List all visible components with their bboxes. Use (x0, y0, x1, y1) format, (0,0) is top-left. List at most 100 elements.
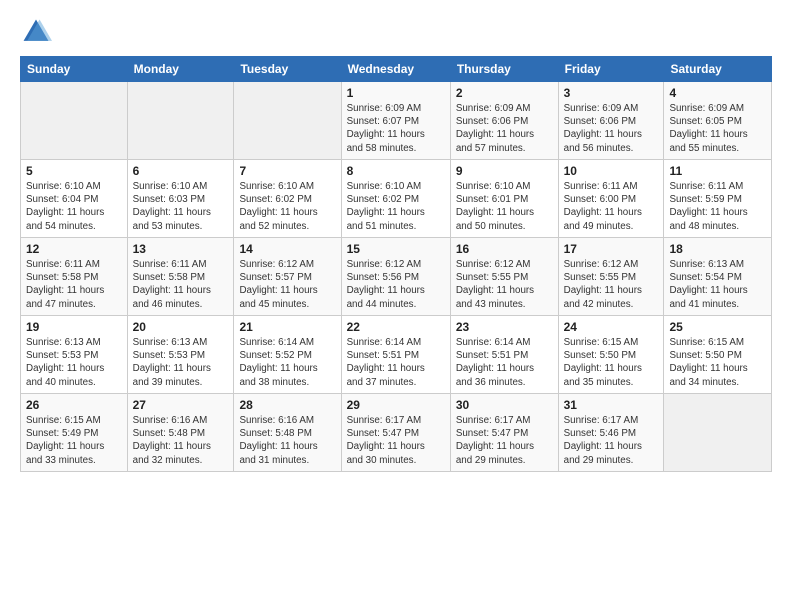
day-number: 28 (239, 398, 335, 412)
calendar-cell: 5Sunrise: 6:10 AM Sunset: 6:04 PM Daylig… (21, 160, 128, 238)
logo (20, 16, 56, 48)
day-number: 29 (347, 398, 445, 412)
day-number: 15 (347, 242, 445, 256)
day-number: 20 (133, 320, 229, 334)
weekday-row: SundayMondayTuesdayWednesdayThursdayFrid… (21, 57, 772, 82)
calendar-cell (21, 82, 128, 160)
day-info: Sunrise: 6:17 AM Sunset: 5:47 PM Dayligh… (347, 414, 445, 467)
day-info: Sunrise: 6:10 AM Sunset: 6:04 PM Dayligh… (26, 180, 122, 233)
calendar-cell: 28 Sunrise: 6:16 AM Sunset: 5:48 PM Dayli… (234, 394, 341, 472)
day-number: 2 (456, 86, 553, 100)
day-number: 10 (564, 164, 659, 178)
day-info: Sunrise: 6:11 AM Sunset: 5:59 PM Dayligh… (669, 180, 766, 233)
calendar-cell: 11 Sunrise: 6:11 AM Sunset: 5:59 PM Dayli… (664, 160, 772, 238)
day-number: 17 (564, 242, 659, 256)
day-number: 3 (564, 86, 659, 100)
day-number: 25 (669, 320, 766, 334)
calendar-cell: 6Sunrise: 6:10 AM Sunset: 6:03 PM Daylig… (127, 160, 234, 238)
day-info: Sunrise: 6:10 AM Sunset: 6:02 PM Dayligh… (347, 180, 445, 233)
day-info: Sunrise: 6:10 AM Sunset: 6:02 PM Dayligh… (239, 180, 335, 233)
calendar-cell: 7Sunrise: 6:10 AM Sunset: 6:02 PM Daylig… (234, 160, 341, 238)
day-info: Sunrise: 6:17 AM Sunset: 5:46 PM Dayligh… (564, 414, 659, 467)
day-number: 27 (133, 398, 229, 412)
day-info: Sunrise: 6:13 AM Sunset: 5:53 PM Dayligh… (26, 336, 122, 389)
day-info: Sunrise: 6:13 AM Sunset: 5:54 PM Dayligh… (669, 258, 766, 311)
day-number: 31 (564, 398, 659, 412)
calendar-cell: 23 Sunrise: 6:14 AM Sunset: 5:51 PM Dayli… (450, 316, 558, 394)
calendar-week-2: 5Sunrise: 6:10 AM Sunset: 6:04 PM Daylig… (21, 160, 772, 238)
calendar-week-1: 1 Sunrise: 6:09 AM Sunset: 6:07 PM Daylig… (21, 82, 772, 160)
day-number: 11 (669, 164, 766, 178)
calendar-cell: 3 Sunrise: 6:09 AM Sunset: 6:06 PM Daylig… (558, 82, 664, 160)
weekday-header-thursday: Thursday (450, 57, 558, 82)
day-number: 6 (133, 164, 229, 178)
weekday-header-wednesday: Wednesday (341, 57, 450, 82)
header (20, 16, 772, 48)
page: SundayMondayTuesdayWednesdayThursdayFrid… (0, 0, 792, 612)
calendar-cell: 4Sunrise: 6:09 AM Sunset: 6:05 PM Daylig… (664, 82, 772, 160)
day-info: Sunrise: 6:12 AM Sunset: 5:56 PM Dayligh… (347, 258, 445, 311)
calendar-cell: 8 Sunrise: 6:10 AM Sunset: 6:02 PM Daylig… (341, 160, 450, 238)
day-info: Sunrise: 6:09 AM Sunset: 6:07 PM Dayligh… (347, 102, 445, 155)
day-info: Sunrise: 6:17 AM Sunset: 5:47 PM Dayligh… (456, 414, 553, 467)
weekday-header-friday: Friday (558, 57, 664, 82)
day-info: Sunrise: 6:11 AM Sunset: 5:58 PM Dayligh… (26, 258, 122, 311)
calendar-header: SundayMondayTuesdayWednesdayThursdayFrid… (21, 57, 772, 82)
calendar-cell: 26 Sunrise: 6:15 AM Sunset: 5:49 PM Dayli… (21, 394, 128, 472)
day-number: 19 (26, 320, 122, 334)
day-number: 23 (456, 320, 553, 334)
day-info: Sunrise: 6:09 AM Sunset: 6:06 PM Dayligh… (564, 102, 659, 155)
day-number: 18 (669, 242, 766, 256)
day-info: Sunrise: 6:15 AM Sunset: 5:50 PM Dayligh… (669, 336, 766, 389)
calendar-cell: 16 Sunrise: 6:12 AM Sunset: 5:55 PM Dayli… (450, 238, 558, 316)
day-number: 16 (456, 242, 553, 256)
day-info: Sunrise: 6:12 AM Sunset: 5:55 PM Dayligh… (456, 258, 553, 311)
calendar-cell: 10 Sunrise: 6:11 AM Sunset: 6:00 PM Dayli… (558, 160, 664, 238)
calendar-cell: 30 Sunrise: 6:17 AM Sunset: 5:47 PM Dayli… (450, 394, 558, 472)
calendar-week-3: 12 Sunrise: 6:11 AM Sunset: 5:58 PM Dayli… (21, 238, 772, 316)
day-number: 12 (26, 242, 122, 256)
day-number: 8 (347, 164, 445, 178)
calendar-cell: 2 Sunrise: 6:09 AM Sunset: 6:06 PM Daylig… (450, 82, 558, 160)
weekday-header-tuesday: Tuesday (234, 57, 341, 82)
day-number: 30 (456, 398, 553, 412)
calendar-cell: 20 Sunrise: 6:13 AM Sunset: 5:53 PM Dayli… (127, 316, 234, 394)
calendar-cell: 14 Sunrise: 6:12 AM Sunset: 5:57 PM Dayli… (234, 238, 341, 316)
calendar-cell: 27 Sunrise: 6:16 AM Sunset: 5:48 PM Dayli… (127, 394, 234, 472)
weekday-header-saturday: Saturday (664, 57, 772, 82)
calendar-cell: 12 Sunrise: 6:11 AM Sunset: 5:58 PM Dayli… (21, 238, 128, 316)
day-info: Sunrise: 6:13 AM Sunset: 5:53 PM Dayligh… (133, 336, 229, 389)
day-info: Sunrise: 6:16 AM Sunset: 5:48 PM Dayligh… (133, 414, 229, 467)
calendar-cell: 21 Sunrise: 6:14 AM Sunset: 5:52 PM Dayli… (234, 316, 341, 394)
calendar-cell: 24Sunrise: 6:15 AM Sunset: 5:50 PM Dayli… (558, 316, 664, 394)
calendar-cell: 9 Sunrise: 6:10 AM Sunset: 6:01 PM Daylig… (450, 160, 558, 238)
day-number: 1 (347, 86, 445, 100)
day-info: Sunrise: 6:11 AM Sunset: 5:58 PM Dayligh… (133, 258, 229, 311)
calendar-cell: 17 Sunrise: 6:12 AM Sunset: 5:55 PM Dayli… (558, 238, 664, 316)
calendar-cell: 18 Sunrise: 6:13 AM Sunset: 5:54 PM Dayli… (664, 238, 772, 316)
weekday-header-sunday: Sunday (21, 57, 128, 82)
calendar-cell: 1 Sunrise: 6:09 AM Sunset: 6:07 PM Daylig… (341, 82, 450, 160)
calendar-cell: 31 Sunrise: 6:17 AM Sunset: 5:46 PM Dayli… (558, 394, 664, 472)
day-number: 9 (456, 164, 553, 178)
day-number: 4 (669, 86, 766, 100)
day-info: Sunrise: 6:14 AM Sunset: 5:52 PM Dayligh… (239, 336, 335, 389)
logo-icon (20, 16, 52, 48)
day-info: Sunrise: 6:09 AM Sunset: 6:06 PM Dayligh… (456, 102, 553, 155)
day-info: Sunrise: 6:16 AM Sunset: 5:48 PM Dayligh… (239, 414, 335, 467)
day-info: Sunrise: 6:12 AM Sunset: 5:57 PM Dayligh… (239, 258, 335, 311)
weekday-header-monday: Monday (127, 57, 234, 82)
day-info: Sunrise: 6:15 AM Sunset: 5:49 PM Dayligh… (26, 414, 122, 467)
day-info: Sunrise: 6:12 AM Sunset: 5:55 PM Dayligh… (564, 258, 659, 311)
calendar-cell: 13 Sunrise: 6:11 AM Sunset: 5:58 PM Dayli… (127, 238, 234, 316)
day-number: 14 (239, 242, 335, 256)
calendar-cell (664, 394, 772, 472)
calendar-table: SundayMondayTuesdayWednesdayThursdayFrid… (20, 56, 772, 472)
day-number: 13 (133, 242, 229, 256)
day-info: Sunrise: 6:10 AM Sunset: 6:01 PM Dayligh… (456, 180, 553, 233)
day-number: 26 (26, 398, 122, 412)
calendar-cell: 29 Sunrise: 6:17 AM Sunset: 5:47 PM Dayli… (341, 394, 450, 472)
day-info: Sunrise: 6:14 AM Sunset: 5:51 PM Dayligh… (456, 336, 553, 389)
day-info: Sunrise: 6:11 AM Sunset: 6:00 PM Dayligh… (564, 180, 659, 233)
day-number: 21 (239, 320, 335, 334)
